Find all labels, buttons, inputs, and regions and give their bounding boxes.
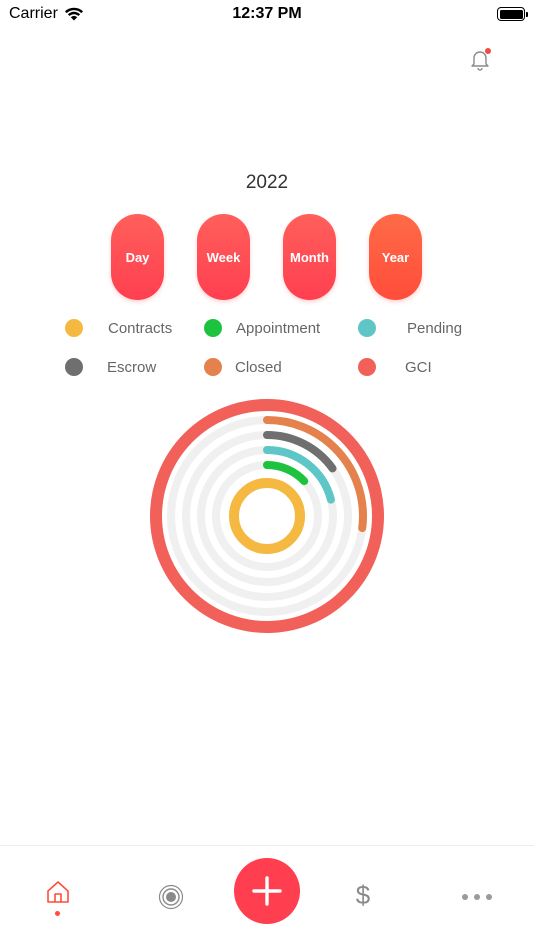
period-button-day[interactable]: Day (111, 214, 164, 300)
status-time: 12:37 PM (232, 5, 302, 22)
legend-dot-appointment (204, 319, 222, 337)
period-button-month[interactable]: Month (283, 214, 336, 300)
ring-arc-contracts (229, 478, 305, 554)
legend-dot-pending (358, 319, 376, 337)
plus-icon (252, 876, 282, 906)
dollar-icon[interactable]: $ (350, 880, 376, 911)
legend-label-appointment: Appointment (236, 320, 321, 337)
bell-icon[interactable] (468, 47, 492, 71)
activity-rings-chart (150, 399, 384, 633)
period-button-year[interactable]: Year (369, 214, 422, 300)
battery-icon (497, 7, 528, 21)
legend-dot-closed (204, 358, 222, 376)
legend-label-contracts: Contracts (108, 320, 173, 337)
legend-dot-contracts (65, 319, 83, 337)
active-tab-indicator (55, 911, 60, 916)
legend-dot-escrow (65, 358, 83, 376)
legend-label-gci: GCI (405, 359, 432, 376)
notification-badge (485, 48, 491, 54)
target-icon[interactable] (158, 884, 184, 910)
add-button[interactable] (234, 858, 300, 924)
year-title: 2022 (245, 172, 289, 193)
legend-label-escrow: Escrow (107, 359, 157, 376)
status-bar: Carrier 12:37 PM (0, 0, 534, 30)
legend-label-closed: Closed (235, 359, 282, 376)
period-button-week[interactable]: Week (197, 214, 250, 300)
legend-dot-gci (358, 358, 376, 376)
home-icon[interactable] (45, 879, 71, 905)
more-icon[interactable] (460, 890, 494, 904)
legend-label-pending: Pending (407, 320, 463, 337)
